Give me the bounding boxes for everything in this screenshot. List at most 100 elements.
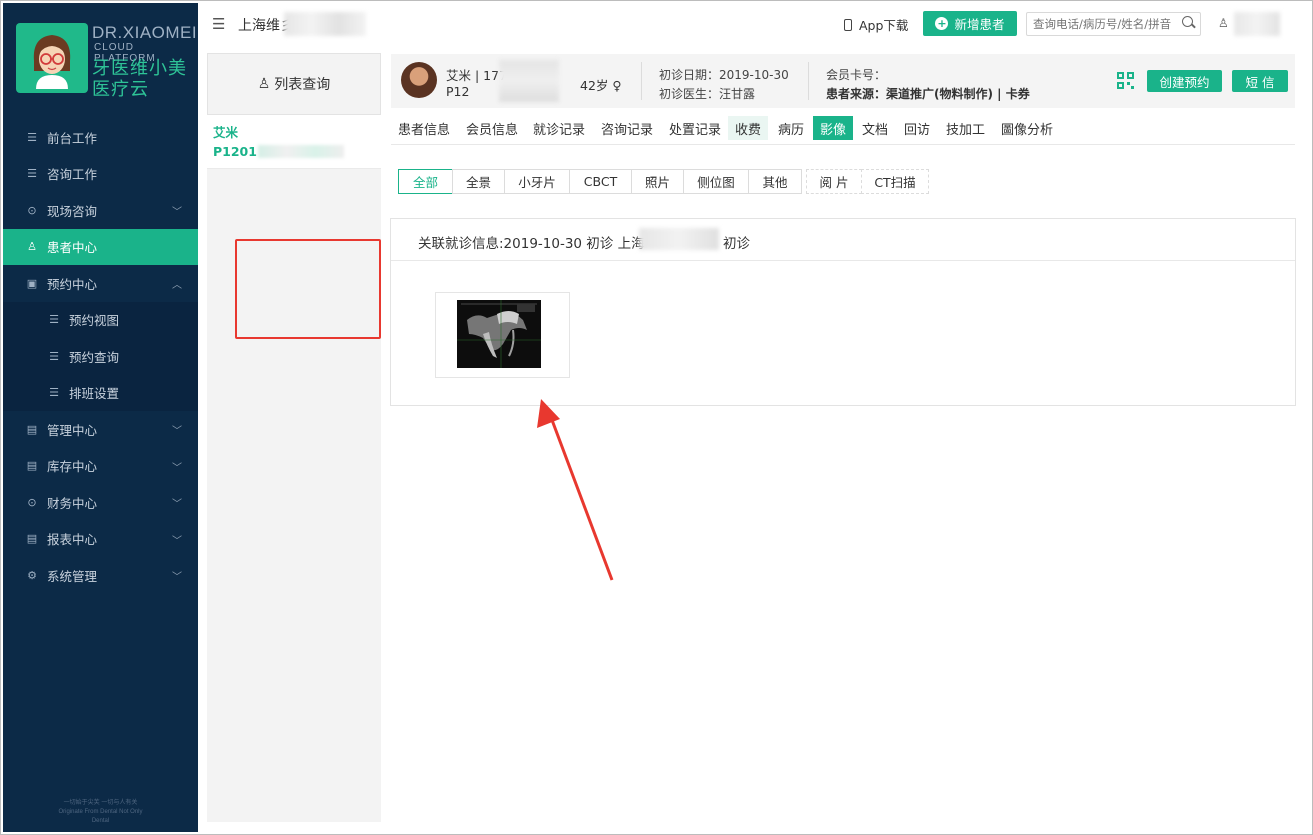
new-patient-button[interactable]: + 新增患者 bbox=[923, 11, 1017, 36]
chevron-down-icon: ﹀ bbox=[172, 572, 182, 583]
patient-header: 艾米 | 177 P12 42岁 ♀ 初诊日期：2019-10-30 初诊医生：… bbox=[391, 54, 1295, 108]
sidebar-footer-line1: 一切始于尖芙 一切与人有关 bbox=[63, 800, 138, 806]
ct-scan-button[interactable]: CT扫描 bbox=[861, 169, 929, 194]
tab-imaging[interactable]: 影像 bbox=[813, 116, 854, 140]
chevron-up-icon: ︿ bbox=[172, 280, 182, 291]
sidebar-item-label: 财务中心 bbox=[47, 495, 98, 511]
tab-image-analysis[interactable]: 圖像分析 bbox=[994, 116, 1060, 140]
sidebar-item-appointment-center[interactable]: ▣ 预约中心 ︿ bbox=[3, 265, 198, 302]
phone-icon bbox=[844, 18, 852, 31]
list-item-id-text: P1201 bbox=[213, 144, 257, 159]
tab-billing[interactable]: 收费 bbox=[728, 116, 769, 140]
filter-photo[interactable]: 照片 bbox=[631, 169, 684, 194]
redacted-username bbox=[1234, 12, 1280, 36]
app-download-link[interactable]: App下载 bbox=[844, 15, 908, 34]
bullet-list-icon: ☰ bbox=[49, 386, 59, 400]
sidebar-item-inventory-center[interactable]: ▤ 库存中心 ﹀ bbox=[3, 448, 198, 485]
sidebar-item-appointment-query[interactable]: ☰ 预约查询 bbox=[3, 338, 198, 375]
sidebar-item-label: 预约视图 bbox=[69, 313, 120, 329]
chevron-down-icon: ﹀ bbox=[172, 207, 182, 218]
bullet-list-icon: ☰ bbox=[49, 313, 59, 327]
tab-documents[interactable]: 文档 bbox=[855, 116, 895, 140]
divider bbox=[808, 62, 809, 100]
menu-toggle-icon[interactable]: ☰ bbox=[212, 15, 225, 33]
list-icon: ☰ bbox=[27, 167, 37, 181]
list-query-label: 列表查询 bbox=[274, 77, 331, 93]
patient-name-phone: 艾米 | 177 bbox=[446, 68, 508, 83]
sidebar-item-front-desk[interactable]: ☰ 前台工作 bbox=[3, 119, 198, 156]
filter-all[interactable]: 全部 bbox=[398, 169, 453, 194]
chevron-down-icon: ﹀ bbox=[172, 462, 182, 474]
list-icon: ☰ bbox=[27, 130, 37, 144]
plus-circle-icon: + bbox=[935, 17, 949, 30]
member-card-number: 会员卡号： bbox=[826, 68, 887, 82]
sidebar-item-consult-work[interactable]: ☰ 咨询工作 bbox=[3, 156, 198, 193]
create-appointment-button[interactable]: 创建预约 bbox=[1147, 70, 1222, 92]
list-item-id: P1201 bbox=[213, 144, 381, 159]
chevron-down-icon: ﹀ bbox=[172, 426, 182, 437]
tab-lab-work[interactable]: 技加工 bbox=[939, 116, 992, 140]
sidebar-item-label: 库存中心 bbox=[47, 459, 98, 475]
sidebar-item-appointment-view[interactable]: ☰ 预约视图 bbox=[3, 302, 198, 339]
filter-cbct[interactable]: CBCT bbox=[569, 169, 632, 194]
sidebar-item-patient-center[interactable]: ♙ 患者中心 bbox=[3, 228, 198, 265]
filter-other[interactable]: 其他 bbox=[748, 169, 802, 194]
sidebar-item-label: 系统管理 bbox=[47, 568, 98, 584]
filter-cephalometric[interactable]: 侧位图 bbox=[683, 169, 749, 194]
sidebar-item-label: 咨询工作 bbox=[47, 167, 98, 183]
brand-cn-line2: 医疗云 bbox=[92, 79, 149, 100]
app-download-label: App下载 bbox=[859, 18, 909, 33]
user-icon[interactable]: ♙ bbox=[1218, 16, 1229, 30]
cbct-scan-image bbox=[457, 300, 541, 368]
sms-button[interactable]: 短 信 bbox=[1232, 70, 1288, 92]
image-panel-header: 关联就诊信息:2019-10-30 初诊 上海 初诊 bbox=[391, 219, 1295, 261]
tab-follow-up[interactable]: 回访 bbox=[897, 116, 937, 140]
list-query-button[interactable]: ♙ 列表查询 bbox=[207, 53, 381, 115]
sidebar-item-management-center[interactable]: ▤ 管理中心 ﹀ bbox=[3, 411, 198, 448]
divider bbox=[641, 62, 642, 100]
search-icon[interactable] bbox=[1182, 16, 1193, 27]
sidebar-item-label: 报表中心 bbox=[47, 532, 98, 548]
briefcase-icon: ▤ bbox=[26, 459, 38, 473]
sidebar-item-label: 预约中心 bbox=[47, 276, 98, 292]
patient-age-gender: 42岁 ♀ bbox=[580, 78, 622, 93]
patient-search-input[interactable] bbox=[1026, 12, 1201, 36]
sidebar-item-finance-center[interactable]: ⊙ 财务中心 ﹀ bbox=[3, 484, 198, 521]
first-visit-date: 初诊日期：2019-10-30 bbox=[659, 68, 789, 82]
tab-visit-records[interactable]: 就诊记录 bbox=[526, 116, 592, 140]
briefcase-icon: ▤ bbox=[26, 532, 38, 546]
redacted-clinic-name bbox=[284, 12, 366, 36]
filter-periapical[interactable]: 小牙片 bbox=[504, 169, 570, 194]
redacted-visit-info bbox=[639, 228, 719, 250]
read-film-button[interactable]: 阅 片 bbox=[806, 169, 862, 194]
sidebar-item-label: 患者中心 bbox=[47, 240, 98, 256]
avatar bbox=[401, 62, 437, 98]
tab-member-info[interactable]: 会员信息 bbox=[459, 116, 525, 140]
sidebar-item-onsite-consult[interactable]: ⊙ 现场咨询 ﹀ bbox=[3, 192, 198, 229]
tab-consult-records[interactable]: 咨询记录 bbox=[594, 116, 660, 140]
first-visit-doctor: 初诊医生：汪甘露 bbox=[659, 87, 756, 101]
tab-medical-record[interactable]: 病历 bbox=[771, 116, 811, 140]
tab-treatment-records[interactable]: 处置记录 bbox=[662, 116, 728, 140]
user-icon: ♙ bbox=[257, 76, 271, 92]
sidebar-item-system-management[interactable]: ⚙ 系统管理 ﹀ bbox=[3, 557, 198, 594]
linked-visit-info-tail: 初诊 bbox=[723, 236, 750, 252]
calendar-icon: ▣ bbox=[26, 276, 38, 290]
chevron-down-icon: ﹀ bbox=[172, 499, 182, 510]
chevron-down-icon: ﹀ bbox=[172, 535, 182, 547]
annotation-highlight-box bbox=[235, 239, 381, 339]
doctor-avatar-icon bbox=[16, 23, 88, 93]
sidebar-item-report-center[interactable]: ▤ 报表中心 ﹀ bbox=[3, 521, 198, 558]
tab-patient-info[interactable]: 患者信息 bbox=[391, 116, 457, 140]
image-thumbnail[interactable] bbox=[435, 292, 570, 378]
qr-code-icon[interactable] bbox=[1117, 72, 1134, 89]
list-item[interactable]: 艾米 P1201 bbox=[207, 115, 381, 169]
sidebar-item-label: 前台工作 bbox=[47, 130, 98, 146]
top-bar: ☰ 上海维彡 App下载 + 新增患者 ♙ bbox=[198, 3, 1310, 45]
briefcase-icon: ▤ bbox=[26, 422, 38, 436]
sidebar-item-schedule-settings[interactable]: ☰ 排班设置 bbox=[3, 375, 198, 412]
new-patient-label: 新增患者 bbox=[954, 17, 1005, 32]
patient-tabs: 患者信息 会员信息 就诊记录 咨询记录 处置记录 收费 病历 影像 文档 回访 … bbox=[391, 113, 1295, 145]
patient-id: P12 bbox=[446, 84, 470, 99]
filter-panoramic[interactable]: 全景 bbox=[452, 169, 505, 194]
